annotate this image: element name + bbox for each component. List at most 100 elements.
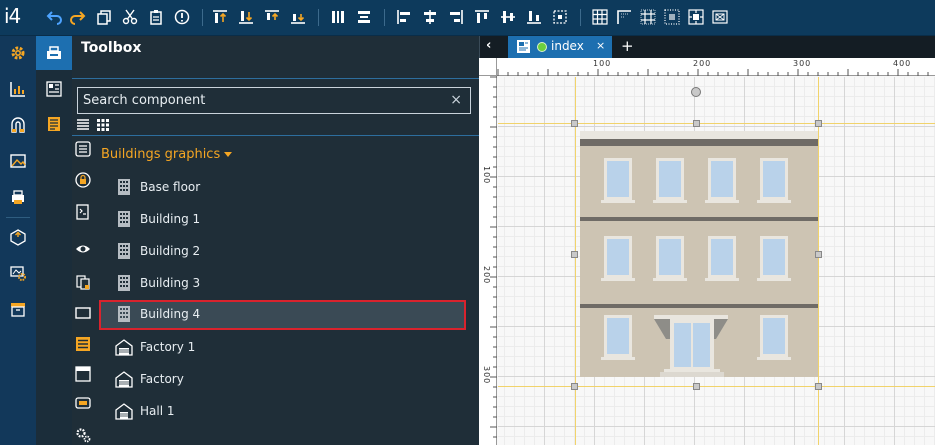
category-display-icon[interactable] (75, 395, 93, 413)
clear-search-button[interactable]: × (450, 92, 462, 108)
component-item-factory-1[interactable]: Factory 1 (99, 333, 466, 363)
sidebar-item-monitor-settings[interactable] (0, 259, 36, 287)
sidebar-item-settings[interactable] (0, 39, 36, 67)
grid-view-icon[interactable] (96, 118, 110, 132)
ruler-label: 100 (593, 59, 612, 68)
resize-handle-right[interactable] (815, 251, 822, 258)
ruler-ticks (490, 76, 497, 438)
category-eye-icon[interactable] (75, 241, 93, 259)
guide-line-top (498, 123, 935, 124)
component-label: Building 3 (140, 276, 201, 290)
grid-icon[interactable] (592, 9, 608, 25)
snap-icon[interactable] (688, 9, 704, 25)
component-label: Building 2 (140, 244, 201, 258)
toolbar-separator (384, 9, 385, 26)
category-script-icon[interactable] (75, 204, 93, 222)
ruler-corner (479, 58, 497, 76)
grid-lines-icon[interactable] (640, 9, 656, 25)
component-item-building-3[interactable]: Building 3 (99, 269, 466, 299)
tab-back-button[interactable]: ‹ (486, 38, 491, 53)
align-bottom-bar-icon[interactable] (526, 9, 542, 25)
grid-dots-icon[interactable] (664, 9, 680, 25)
component-item-building-1[interactable]: Building 1 (99, 205, 466, 235)
redo-icon[interactable] (70, 9, 86, 25)
sidebar-item-toolbox[interactable] (36, 36, 72, 70)
align-top-bar-icon[interactable] (474, 9, 490, 25)
hall-icon (115, 402, 133, 420)
toolbar-separator (202, 9, 203, 26)
factory-icon (115, 338, 133, 356)
distribute-horizontal-icon[interactable] (356, 9, 372, 25)
printer-icon (12, 190, 24, 204)
align-top-edge-icon[interactable] (264, 9, 280, 25)
sidebar-item-printer[interactable] (0, 183, 36, 211)
tab-bar: ‹ index × + (479, 36, 935, 58)
category-gears-icon[interactable] (75, 427, 93, 445)
package-icon (10, 229, 26, 246)
resize-handle-top[interactable] (693, 120, 700, 127)
component-item-building-4[interactable]: Building 4 (99, 300, 466, 330)
resize-handle-bottom[interactable] (693, 383, 700, 390)
app-logo: i4 (4, 4, 21, 28)
monitor-gear-icon (10, 266, 26, 281)
resize-handle-bl[interactable] (571, 383, 578, 390)
gear-icon (11, 46, 25, 60)
align-right-icon[interactable] (448, 9, 464, 25)
main-sidebar (0, 36, 36, 445)
distribute-vertical-icon[interactable] (330, 9, 346, 25)
ruler-label: 400 (893, 59, 912, 68)
align-middle-icon[interactable] (500, 9, 516, 25)
undo-icon[interactable] (46, 9, 62, 25)
tab-index[interactable]: index × (508, 36, 612, 58)
category-list-icon[interactable] (75, 141, 93, 159)
component-item-hall-1[interactable]: Hall 1 (99, 397, 466, 427)
align-left-icon[interactable] (396, 9, 412, 25)
archive-icon (11, 303, 25, 317)
category-rectangle-icon[interactable] (75, 305, 93, 323)
category-window-icon[interactable] (75, 366, 93, 384)
component-label: Building 4 (140, 307, 201, 321)
category-lock-icon[interactable] (75, 172, 93, 190)
sidebar-item-packages[interactable] (0, 223, 36, 251)
sidebar-item-archive[interactable] (0, 295, 36, 323)
list-view-icon[interactable] (76, 118, 90, 132)
corner-icon[interactable] (616, 9, 632, 25)
add-tab-button[interactable]: + (621, 37, 634, 55)
resize-handle-tr[interactable] (815, 120, 822, 127)
center-icon[interactable] (552, 9, 568, 25)
cut-icon[interactable] (122, 9, 138, 25)
category-documents-icon[interactable] (75, 274, 93, 292)
resize-handle-br[interactable] (815, 383, 822, 390)
category-table-icon[interactable] (75, 336, 93, 354)
component-label: Factory (140, 372, 184, 386)
building-graphic[interactable] (580, 131, 818, 377)
component-item-building-2[interactable]: Building 2 (99, 237, 466, 267)
resize-handle-left[interactable] (571, 251, 578, 258)
align-center-icon[interactable] (422, 9, 438, 25)
align-top-icon[interactable] (212, 9, 228, 25)
fit-icon[interactable] (712, 9, 728, 25)
sidebar-item-pages[interactable] (36, 107, 72, 141)
component-item-base-floor[interactable]: Base floor (99, 173, 466, 203)
chart-icon (10, 82, 25, 97)
search-box: × (77, 87, 471, 114)
group-toggle-buildings[interactable]: Buildings graphics (101, 147, 233, 162)
toolbox-title: Toolbox (81, 40, 142, 56)
align-bottom-edge-icon[interactable] (290, 9, 306, 25)
sidebar-item-components[interactable] (36, 72, 72, 106)
building-icon (115, 210, 133, 228)
sidebar-item-devices[interactable] (0, 111, 36, 139)
resize-handle-tl[interactable] (571, 120, 578, 127)
align-bottom-icon[interactable] (238, 9, 254, 25)
caret-down-icon (224, 152, 233, 157)
sidebar-item-dashboard[interactable] (0, 75, 36, 103)
info-icon[interactable] (174, 9, 190, 25)
tab-close-button[interactable]: × (596, 39, 605, 52)
component-item-factory[interactable]: Factory (99, 365, 466, 395)
paste-icon[interactable] (148, 9, 164, 25)
search-input[interactable] (78, 88, 438, 113)
toolbox-divider (72, 135, 479, 136)
rotate-handle[interactable] (691, 87, 701, 97)
sidebar-item-gallery[interactable] (0, 147, 36, 175)
copy-icon[interactable] (96, 9, 112, 25)
